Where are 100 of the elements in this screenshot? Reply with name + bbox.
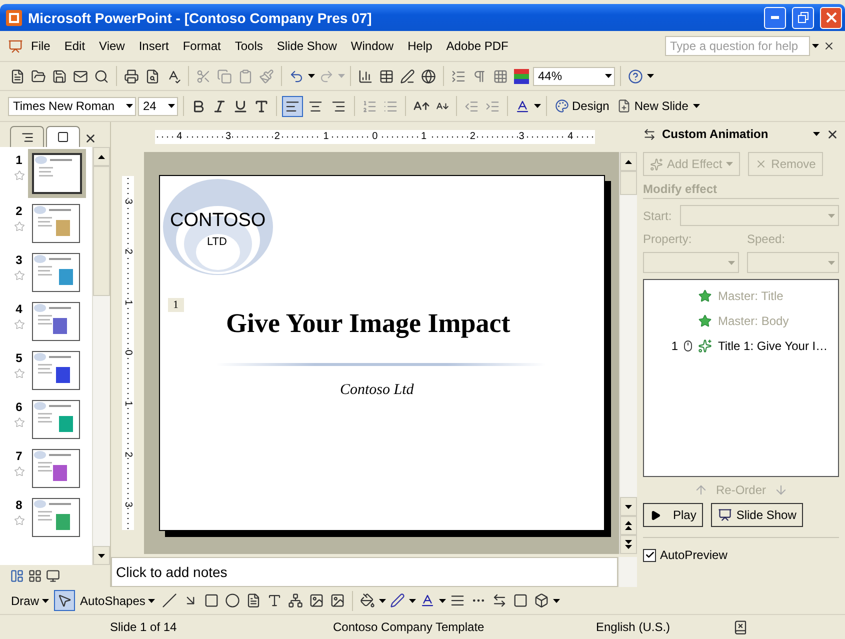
scrollbar[interactable] bbox=[92, 147, 110, 565]
new-file-icon[interactable] bbox=[10, 68, 25, 84]
caret-icon[interactable] bbox=[126, 104, 133, 108]
undo-icon[interactable] bbox=[289, 68, 304, 84]
font-color-icon[interactable] bbox=[515, 98, 530, 114]
menu-item[interactable]: Window bbox=[344, 37, 400, 55]
caret-icon[interactable] bbox=[379, 598, 386, 602]
autoshapes-menu-button[interactable]: AutoShapes bbox=[77, 592, 158, 610]
minimize-button[interactable] bbox=[764, 6, 786, 28]
slide-thumbnail[interactable] bbox=[32, 498, 80, 537]
expand-icon[interactable] bbox=[451, 68, 466, 84]
color-icon[interactable] bbox=[514, 68, 529, 84]
scrollbar[interactable] bbox=[618, 557, 637, 587]
normal-view-icon[interactable] bbox=[10, 569, 24, 583]
slide-thumbnail[interactable] bbox=[32, 400, 80, 439]
printer-icon[interactable] bbox=[124, 68, 139, 84]
line-style-icon[interactable] bbox=[450, 593, 466, 608]
arrow-down-icon[interactable] bbox=[625, 504, 632, 508]
caret-icon[interactable] bbox=[812, 44, 819, 48]
menu-item[interactable]: Adobe PDF bbox=[440, 37, 514, 55]
slide-sorter-icon[interactable] bbox=[28, 569, 42, 583]
caret-icon[interactable] bbox=[553, 598, 560, 602]
arrow-style-icon[interactable] bbox=[492, 593, 508, 608]
folder-icon[interactable] bbox=[31, 68, 46, 84]
menu-item[interactable]: View bbox=[93, 37, 131, 55]
back-forward-icon[interactable] bbox=[643, 128, 656, 140]
slide-show-button[interactable]: Slide Show bbox=[711, 503, 804, 527]
wordart-icon[interactable] bbox=[267, 593, 282, 608]
notes-field[interactable]: Click to add notes bbox=[111, 557, 618, 587]
menu-item[interactable]: Help bbox=[402, 37, 438, 55]
restore-button[interactable] bbox=[792, 6, 814, 28]
zoom-dropdown[interactable]: 44% bbox=[533, 66, 615, 86]
formatting-icon[interactable] bbox=[472, 68, 487, 84]
close-icon[interactable] bbox=[84, 132, 97, 145]
design-button[interactable]: Design bbox=[552, 97, 612, 115]
spellcheck-icon[interactable] bbox=[166, 68, 181, 84]
menu-item[interactable]: File bbox=[25, 37, 56, 55]
scroll-thumb[interactable] bbox=[93, 166, 110, 296]
draw-menu-button[interactable]: Draw bbox=[8, 592, 52, 610]
save-icon[interactable] bbox=[52, 68, 67, 84]
search-icon[interactable] bbox=[94, 68, 109, 84]
text-box-icon[interactable] bbox=[246, 593, 262, 608]
bold-icon[interactable] bbox=[191, 98, 206, 114]
autopreview-checkbox[interactable] bbox=[643, 548, 656, 562]
fill-icon[interactable] bbox=[360, 593, 376, 608]
close-icon[interactable] bbox=[823, 40, 835, 52]
caret-icon[interactable] bbox=[148, 598, 156, 602]
slide-thumbnail[interactable] bbox=[32, 351, 80, 390]
close-icon[interactable] bbox=[826, 128, 839, 140]
caret-icon[interactable] bbox=[813, 132, 820, 136]
caret-icon[interactable] bbox=[308, 74, 315, 78]
pen-icon[interactable] bbox=[390, 593, 406, 608]
diagram-icon[interactable] bbox=[288, 593, 304, 608]
picture-icon[interactable] bbox=[330, 593, 346, 608]
slides-tab[interactable] bbox=[46, 126, 80, 147]
select-button[interactable] bbox=[54, 590, 76, 611]
align-left-button[interactable] bbox=[282, 96, 303, 116]
start-dropdown[interactable] bbox=[680, 205, 839, 226]
caret-icon[interactable] bbox=[42, 598, 50, 602]
underline-icon[interactable] bbox=[233, 98, 248, 114]
arrow-up-icon[interactable] bbox=[98, 154, 105, 158]
slide-thumbnail[interactable] bbox=[32, 204, 80, 243]
slide-title[interactable]: Give Your Image Impact bbox=[226, 308, 510, 338]
rectangle-icon[interactable] bbox=[204, 593, 220, 608]
cube-icon[interactable] bbox=[534, 593, 550, 608]
caret-icon[interactable] bbox=[168, 104, 175, 108]
slide-subtitle[interactable]: Contoso Ltd bbox=[340, 382, 414, 398]
menu-item[interactable]: Format bbox=[176, 37, 227, 55]
document-icon[interactable] bbox=[8, 38, 23, 54]
shadow-icon[interactable] bbox=[513, 593, 528, 608]
grid-icon[interactable] bbox=[493, 68, 508, 84]
arrow-down-icon[interactable] bbox=[98, 554, 105, 558]
globe-icon[interactable] bbox=[421, 68, 436, 84]
line-icon[interactable] bbox=[162, 593, 178, 608]
slideshow-view-icon[interactable] bbox=[46, 569, 60, 583]
effect-item[interactable]: 1 Title 1: Give Your I… bbox=[644, 336, 838, 355]
help-icon[interactable] bbox=[628, 68, 643, 84]
outline-tab[interactable] bbox=[10, 126, 44, 147]
menu-item[interactable]: Insert bbox=[132, 37, 175, 55]
caret-icon[interactable] bbox=[439, 598, 446, 602]
close-button[interactable] bbox=[820, 6, 842, 28]
font-color-icon[interactable] bbox=[420, 593, 436, 608]
table-icon[interactable] bbox=[379, 68, 394, 84]
arrow-up-icon[interactable] bbox=[625, 160, 632, 164]
new-slide-button[interactable]: New Slide bbox=[614, 97, 692, 115]
font-size-dropdown[interactable]: 24 bbox=[138, 96, 178, 116]
print-preview-icon[interactable] bbox=[145, 68, 160, 84]
pen-icon[interactable] bbox=[400, 68, 415, 84]
shadow-icon[interactable] bbox=[254, 98, 269, 114]
mail-icon[interactable] bbox=[73, 68, 88, 84]
oval-icon[interactable] bbox=[225, 593, 240, 608]
caret-icon[interactable] bbox=[693, 104, 700, 108]
caret-icon[interactable] bbox=[409, 598, 416, 602]
slide-thumbnail[interactable] bbox=[32, 449, 80, 488]
slide-number-field[interactable]: 1 bbox=[168, 298, 184, 312]
clip-art-icon[interactable] bbox=[309, 593, 324, 608]
slide-thumbnail[interactable] bbox=[32, 302, 80, 341]
italic-icon[interactable] bbox=[212, 98, 227, 114]
scrollbar[interactable] bbox=[619, 152, 637, 554]
arrow-down-icon[interactable] bbox=[625, 540, 632, 549]
